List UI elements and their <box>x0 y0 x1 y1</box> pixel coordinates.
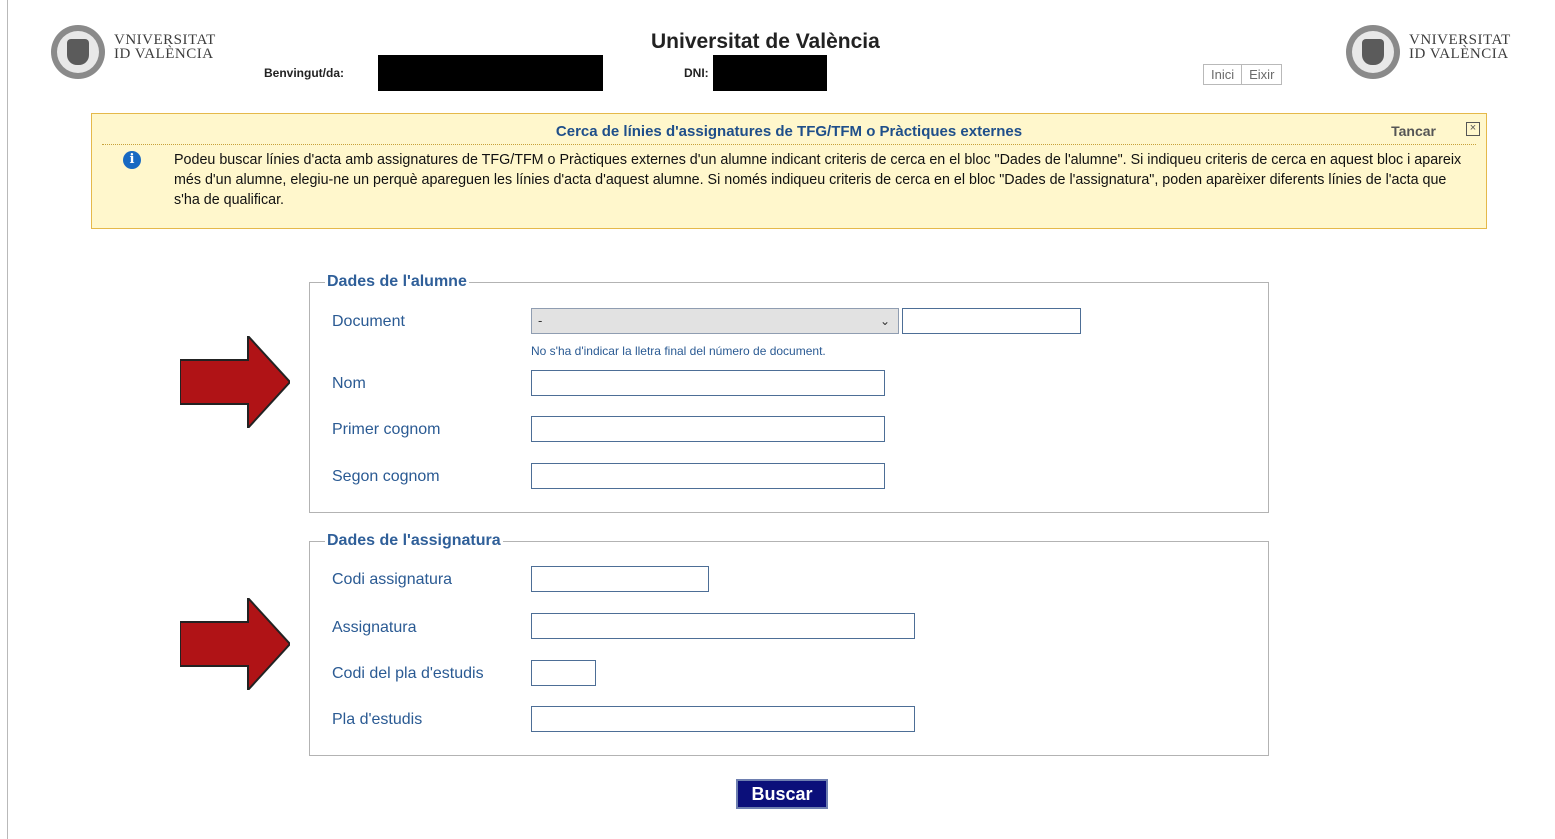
nom-input[interactable] <box>531 370 885 396</box>
university-logo-right[interactable]: VNIVERSITAT ID VALÈNCIA <box>1346 25 1511 79</box>
logo-text-line1: VNIVERSITAT <box>114 32 216 48</box>
document-type-select[interactable]: - ⌄ <box>531 308 899 334</box>
top-links: Inici Eixir <box>1203 64 1283 85</box>
document-label: Document <box>332 313 405 330</box>
codi-assignatura-label: Codi assignatura <box>332 571 453 588</box>
assignatura-label: Assignatura <box>332 619 417 636</box>
buscar-button[interactable]: Buscar <box>736 779 828 809</box>
university-seal-icon <box>51 25 105 79</box>
segon-cognom-label: Segon cognom <box>332 468 440 485</box>
legend-dades-assignatura: Dades de l'assignatura <box>325 532 503 550</box>
logo-text: VNIVERSITAT ID VALÈNCIA <box>1409 32 1511 62</box>
welcome-label: Benvingut/da: <box>264 66 344 80</box>
legend-dades-alumne: Dades de l'alumne <box>325 273 469 291</box>
codi-assignatura-input[interactable] <box>531 566 709 592</box>
primer-cognom-input[interactable] <box>531 416 885 442</box>
segon-cognom-input[interactable] <box>531 463 885 489</box>
dni-label: DNI: <box>684 66 709 80</box>
pla-estudis-label: Pla d'estudis <box>332 711 423 728</box>
codi-pla-input[interactable] <box>531 660 596 686</box>
redacted-dni <box>713 55 827 91</box>
notice-text: Podeu buscar línies d'acta amb assignatu… <box>174 152 1462 208</box>
primer-cognom-label: Primer cognom <box>332 421 441 438</box>
close-notice-link[interactable]: Tancar <box>1391 123 1436 139</box>
pla-estudis-input[interactable] <box>531 706 915 732</box>
page-left-border <box>7 0 8 839</box>
info-notice: Cerca de línies d'assignatures de TFG/TF… <box>91 113 1487 229</box>
redacted-user-name <box>378 55 603 91</box>
close-box-icon[interactable]: × <box>1466 122 1480 136</box>
document-hint: No s'ha d'indicar la lletra final del nú… <box>531 344 826 358</box>
logo-text: VNIVERSITAT ID VALÈNCIA <box>114 32 216 62</box>
university-seal-icon <box>1346 25 1400 79</box>
red-arrow-icon <box>180 336 290 428</box>
inici-link[interactable]: Inici <box>1204 65 1241 84</box>
document-number-input[interactable] <box>902 308 1081 334</box>
logo-text-line1: VNIVERSITAT <box>1409 32 1511 48</box>
chevron-down-icon: ⌄ <box>879 314 890 328</box>
university-logo-left[interactable]: VNIVERSITAT ID VALÈNCIA <box>51 25 216 79</box>
notice-title: Cerca de línies d'assignatures de TFG/TF… <box>555 123 1023 140</box>
red-arrow-icon <box>180 598 290 690</box>
info-icon: i <box>123 151 141 169</box>
document-select-value: - <box>538 313 543 328</box>
notice-divider <box>102 144 1476 145</box>
codi-pla-label: Codi del pla d'estudis <box>332 665 484 682</box>
logo-text-line2: ID VALÈNCIA <box>114 46 214 62</box>
eixir-link[interactable]: Eixir <box>1241 65 1281 84</box>
logo-text-line2: ID VALÈNCIA <box>1409 46 1509 62</box>
nom-label: Nom <box>332 375 366 392</box>
assignatura-input[interactable] <box>531 613 915 639</box>
page-title: Universitat de València <box>651 30 880 53</box>
